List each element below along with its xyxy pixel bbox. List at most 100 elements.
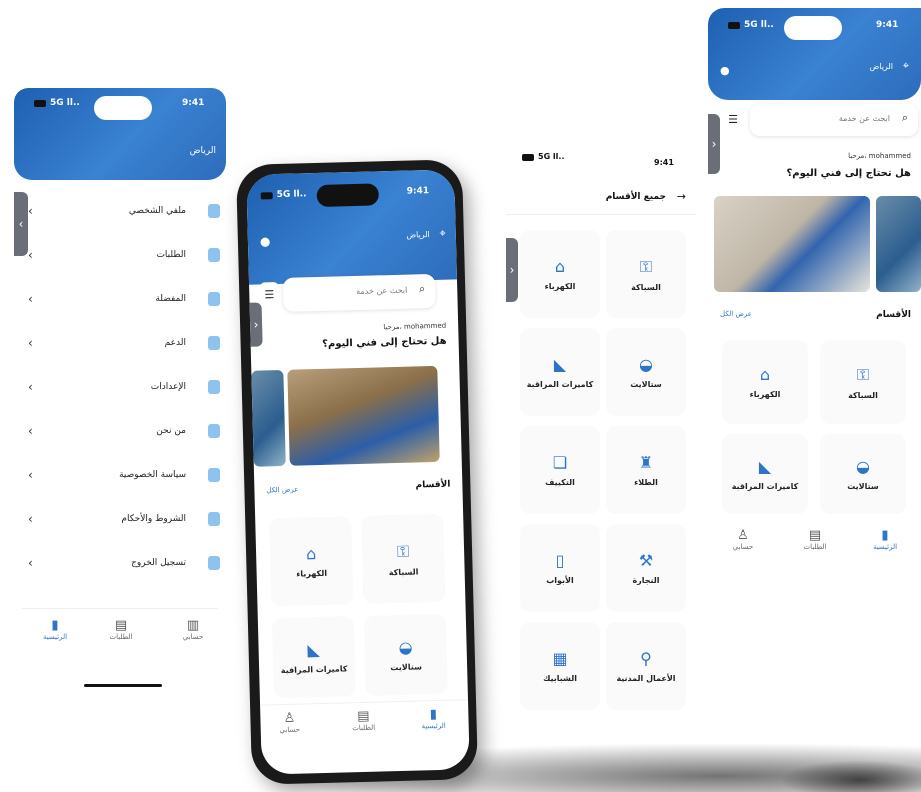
menu-item[interactable]: ‹ تسجيل الخروج — [14, 554, 226, 576]
categories-screen: 5G ll.. 9:41 جميع الأقسام → › ⌂ الكهرباء ⚿… — [506, 140, 696, 736]
category-label: النجارة — [632, 576, 660, 585]
drawer-toggle-tab[interactable]: › — [249, 302, 263, 347]
notification-bell-icon[interactable]: ● — [260, 234, 271, 248]
promo-image-main[interactable] — [714, 196, 870, 292]
tab-orders[interactable]: ▤ الطلبات — [348, 709, 379, 733]
satellite-dish-icon: ◒ — [639, 355, 653, 374]
menu-item-label: الدعم — [164, 338, 186, 348]
chevron-left-icon: ‹ — [28, 424, 33, 438]
home-location[interactable]: الرياض — [406, 230, 430, 240]
ac-icon: ❏ — [552, 453, 568, 472]
see-all-link[interactable]: عرض الكل — [720, 310, 752, 318]
category-tile-cameras[interactable]: ◣ كاميرات المراقبة — [271, 616, 356, 699]
menu-item[interactable]: ‹ الإعدادات — [14, 378, 226, 400]
see-all-link[interactable]: عرض الكل — [266, 486, 298, 495]
chevron-left-icon: ‹ — [28, 556, 33, 570]
house-plug-icon: ⌂ — [554, 257, 566, 276]
tab-home[interactable]: ▮ الرئيسية — [40, 618, 70, 641]
category-tile[interactable]: ♜ الطلاء — [606, 426, 686, 514]
menu-item-label: من نحن — [156, 426, 186, 436]
home-location[interactable]: الرياض — [870, 62, 893, 71]
category-tile-satellite[interactable]: ◒ ستالايت — [820, 434, 906, 514]
tab-account[interactable]: ♙ حسابي — [728, 528, 758, 551]
title-divider — [506, 214, 696, 215]
category-tile[interactable]: ◣ كاميرات المراقبة — [520, 328, 600, 416]
house-plug-icon: ⌂ — [305, 544, 317, 564]
signal-icon — [260, 192, 273, 200]
dynamic-island — [94, 96, 152, 120]
notification-bell-icon[interactable]: ● — [720, 64, 730, 77]
category-tile[interactable]: ❏ التكييف — [520, 426, 600, 514]
category-tile[interactable]: ◒ ستالايت — [606, 328, 686, 416]
category-tile[interactable]: ⚿ السباكة — [606, 230, 686, 318]
tab-account[interactable]: ▥ حسابي — [178, 618, 208, 641]
tab-orders-label: الطلبات — [803, 543, 827, 551]
dynamic-island — [316, 183, 380, 207]
status-time: 9:41 — [406, 186, 430, 197]
promo-image-secondary[interactable] — [876, 196, 921, 292]
chevron-left-icon: ‹ — [28, 292, 33, 306]
menu-item-label: ملفي الشخصي — [128, 206, 186, 216]
category-tile-electricity[interactable]: ⌂ الكهرباء — [722, 340, 808, 424]
user-icon: ♙ — [283, 710, 296, 727]
menu-item-label: تسجيل الخروج — [131, 558, 186, 568]
search-box[interactable]: ابحث عن خدمة ⌕ — [282, 273, 436, 312]
filter-icon[interactable]: ☰ — [259, 282, 280, 309]
promo-image-main[interactable] — [287, 365, 440, 466]
status-carrier: 5G ll.. — [276, 189, 307, 201]
chevron-left-icon: ‹ — [28, 380, 33, 394]
menu-divider — [22, 608, 218, 609]
faucet-icon: ⚿ — [856, 364, 870, 384]
menu-item[interactable]: ‹ ملفي الشخصي — [14, 202, 226, 224]
filter-icon[interactable]: ☰ — [722, 108, 744, 132]
category-tile[interactable]: ⌂ الكهرباء — [520, 230, 600, 318]
door-icon: ▯ — [555, 551, 565, 570]
orders-icon: ▤ — [114, 618, 128, 633]
tab-account[interactable]: ♙ حسابي — [274, 710, 305, 734]
search-placeholder: ابحث عن خدمة — [356, 285, 408, 296]
tab-orders[interactable]: ▤ الطلبات — [106, 618, 136, 641]
chevron-left-icon: ‹ — [28, 204, 33, 218]
drawer-toggle-tab[interactable]: › — [708, 114, 720, 174]
tab-orders[interactable]: ▤ الطلبات — [800, 528, 830, 551]
menu-item[interactable]: ‹ المفضلة — [14, 290, 226, 312]
tab-home[interactable]: ▮ الرئيسية — [418, 707, 449, 731]
menu-item[interactable]: ‹ الشروط والأحكام — [14, 510, 226, 532]
category-tile[interactable]: ⚒ النجارة — [606, 524, 686, 612]
category-label: ستالايت — [390, 662, 423, 673]
category-tile[interactable]: ⚲ الأعمال المدنية — [606, 622, 686, 710]
chevron-left-icon: ‹ — [28, 468, 33, 482]
category-label: الأعمال المدنية — [616, 674, 676, 683]
home-indicator — [84, 684, 162, 687]
category-tile-cameras[interactable]: ◣ كاميرات المراقبة — [722, 434, 808, 514]
menu-item[interactable]: ‹ من نحن — [14, 422, 226, 444]
menu-tabbar: ▮ الرئيسية ▤ الطلبات ▥ حسابي — [14, 618, 226, 658]
search-box[interactable]: ابحث عن خدمة ⌕ — [750, 104, 918, 136]
category-label: السباكة — [388, 566, 419, 577]
category-tile-plumbing[interactable]: ⚿ السباكة — [820, 340, 906, 424]
menu-location: الرياض — [189, 146, 216, 156]
status-carrier: 5G ll.. — [538, 152, 565, 161]
category-label: كاميرات المراقبة — [526, 380, 594, 389]
category-label: كاميرات المراقبة — [731, 482, 799, 491]
category-tile-plumbing[interactable]: ⚿ السباكة — [361, 513, 446, 604]
greeting-question: هل تحتاج إلى فني اليوم؟ — [786, 168, 911, 179]
category-tile[interactable]: ▯ الأبواب — [520, 524, 600, 612]
tab-home[interactable]: ▮ الرئيسية — [870, 528, 900, 551]
back-arrow-icon[interactable]: → — [677, 190, 686, 203]
sections-title: الأقسام — [876, 310, 911, 320]
menu-item-icon — [208, 380, 220, 394]
promo-image-secondary[interactable] — [251, 369, 286, 467]
category-tile-satellite[interactable]: ◒ ستالايت — [363, 613, 448, 696]
category-tile-electricity[interactable]: ⌂ الكهرباء — [269, 516, 354, 607]
menu-item[interactable]: ‹ الطلبات — [14, 246, 226, 268]
category-tile[interactable]: ▦ الشبابيك — [520, 622, 600, 710]
menu-item[interactable]: ‹ الدعم — [14, 334, 226, 356]
menu-list: ‹ ملفي الشخصي ‹ الطلبات ‹ المفضلة ‹ الدعم ‹ الإعد… — [14, 202, 226, 612]
menu-item-label: الإعدادات — [150, 382, 186, 392]
status-carrier: 5G ll.. — [50, 98, 80, 108]
orders-icon: ▤ — [357, 708, 370, 725]
menu-item[interactable]: ‹ سياسة الخصوصية — [14, 466, 226, 488]
category-label: الطلاء — [634, 478, 658, 487]
category-label: التكييف — [545, 478, 575, 487]
